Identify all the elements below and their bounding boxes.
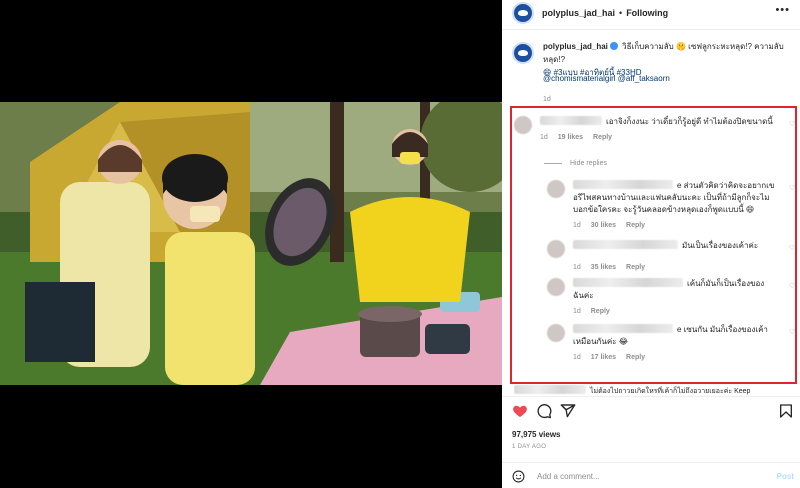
comments-pane: polyplus_jad_hai • Following ••• polyplu…: [502, 0, 800, 488]
action-bar: [512, 403, 794, 421]
bookmark-icon[interactable]: [778, 403, 794, 419]
header-separator: •: [619, 8, 623, 18]
verified-badge-icon: [609, 42, 618, 50]
highlight-box: [510, 106, 797, 384]
share-icon[interactable]: [560, 403, 576, 419]
heart-filled-icon[interactable]: [512, 403, 528, 419]
post-video[interactable]: [0, 102, 502, 385]
blurred-username: [514, 385, 586, 394]
post-timestamp: 1 DAY AGO: [512, 444, 547, 450]
comment-item-partial: ไม่ต้องไปถาวยเกิดใหรที่เค้าก็ไม่ถึงอวายเ…: [514, 385, 794, 395]
header-divider: [502, 29, 800, 30]
media-pane: [0, 0, 502, 488]
account-avatar[interactable]: [512, 2, 534, 24]
actions-divider: [502, 396, 800, 397]
caption-mentions[interactable]: @chomismaterialgirl @aff_taksaorn: [543, 74, 670, 83]
comment-input[interactable]: Add a comment...: [537, 472, 600, 481]
emoji-icon[interactable]: [512, 470, 525, 483]
caption-age: 1d: [543, 96, 551, 103]
caption-username[interactable]: polyplus_jad_hai: [543, 42, 608, 51]
comment-icon[interactable]: [536, 403, 552, 419]
caption-avatar[interactable]: [512, 42, 534, 64]
partial-comment-text: ไม่ต้องไปถาวยเกิดใหรที่เค้าก็ไม่ถึงอวายเ…: [590, 388, 751, 395]
following-button[interactable]: Following: [626, 8, 668, 18]
video-frame: [0, 102, 502, 385]
view-count[interactable]: 97,975 views: [512, 430, 560, 439]
header-username[interactable]: polyplus_jad_hai: [542, 8, 615, 18]
more-horizontal-icon[interactable]: •••: [775, 4, 790, 16]
post-button[interactable]: Post: [777, 472, 794, 481]
post-header: polyplus_jad_hai • Following: [512, 2, 668, 24]
comment-box-divider: [502, 462, 800, 463]
add-comment-bar: Add a comment... Post: [512, 470, 794, 484]
